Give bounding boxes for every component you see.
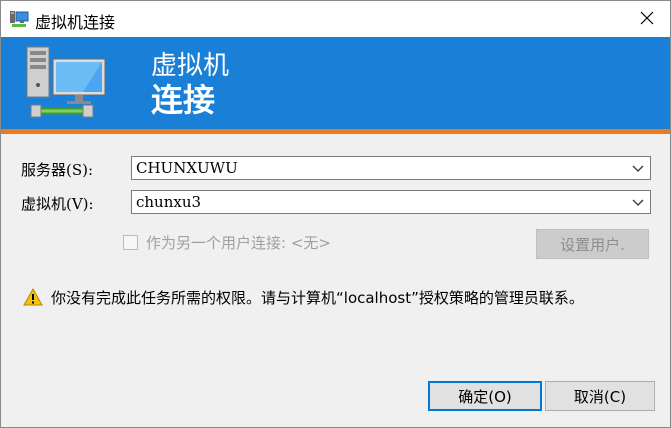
server-combobox[interactable]: CHUNXUWU bbox=[131, 156, 651, 180]
banner-title-line1: 虚拟机 bbox=[151, 51, 230, 81]
title-bar: 虚拟机连接 bbox=[1, 1, 670, 37]
warning-icon bbox=[23, 287, 43, 306]
server-label: 服务器(S): bbox=[21, 161, 94, 179]
header-banner: 虚拟机 连接 bbox=[1, 37, 670, 129]
connect-as-checkbox[interactable] bbox=[123, 235, 138, 250]
close-icon bbox=[640, 11, 654, 25]
banner-accent-line bbox=[1, 129, 670, 134]
server-value: CHUNXUWU bbox=[136, 159, 238, 177]
vm-connect-dialog: 虚拟机连接 虚拟机 连接 服务器(S): CHUNXUWU 虚拟机(V): ch… bbox=[0, 0, 671, 428]
close-button[interactable] bbox=[624, 1, 670, 35]
set-user-button[interactable]: 设置用户. bbox=[536, 229, 649, 259]
chevron-down-icon bbox=[632, 165, 644, 172]
vm-connect-app-icon bbox=[9, 9, 29, 29]
connect-as-label: 作为另一个用户连接: <无> bbox=[146, 234, 331, 252]
connect-as-row: 作为另一个用户连接: <无> bbox=[123, 232, 331, 253]
banner-title-line2: 连接 bbox=[151, 81, 216, 119]
chevron-down-icon bbox=[632, 199, 644, 206]
vm-connection-icon bbox=[23, 41, 119, 125]
ok-button[interactable]: 确定(O) bbox=[428, 381, 542, 411]
warning-text: 你没有完成此任务所需的权限。请与计算机“localhost”授权策略的管理员联系… bbox=[51, 289, 584, 307]
vm-value: chunxu3 bbox=[136, 193, 202, 211]
vm-label: 虚拟机(V): bbox=[21, 195, 94, 213]
vm-combobox[interactable]: chunxu3 bbox=[131, 190, 651, 214]
cancel-button[interactable]: 取消(C) bbox=[545, 381, 655, 411]
window-title: 虚拟机连接 bbox=[35, 13, 116, 32]
